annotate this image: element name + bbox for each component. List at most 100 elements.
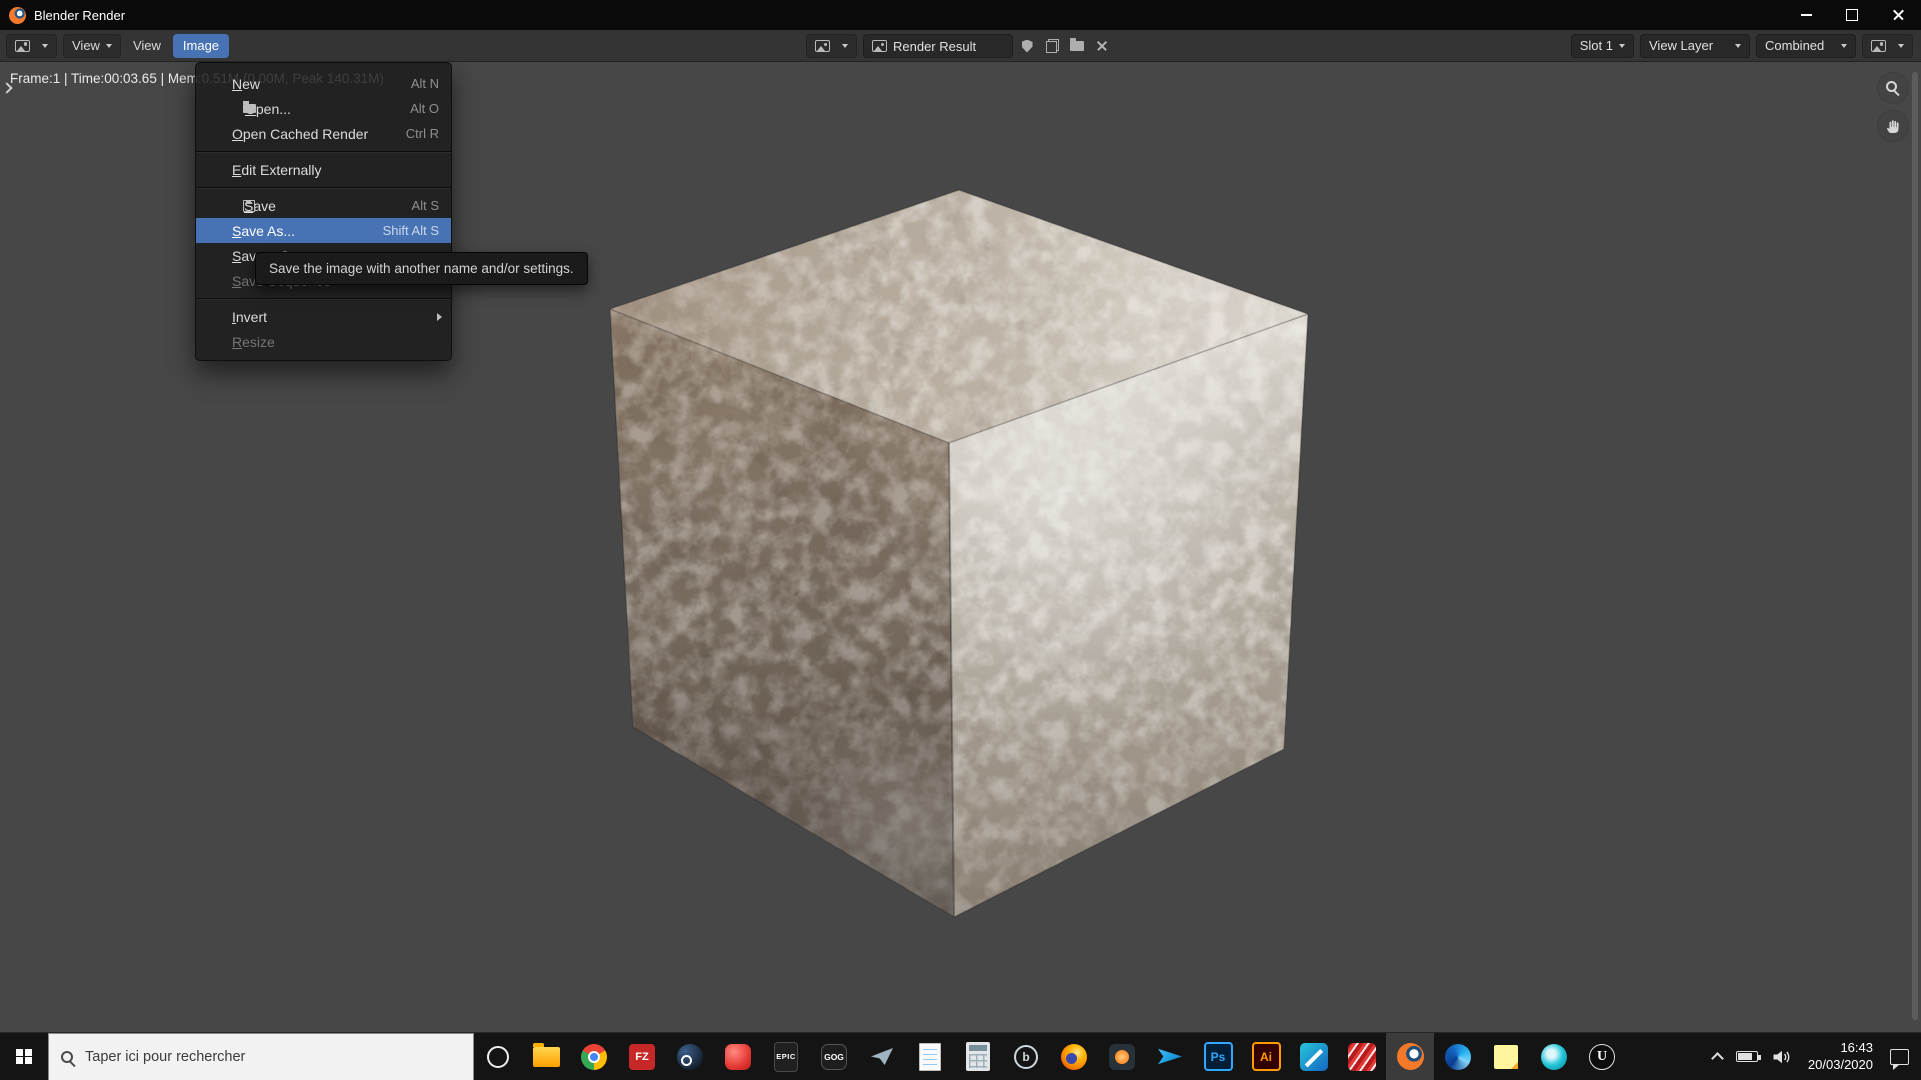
slot-label: Slot 1 bbox=[1580, 38, 1613, 53]
duplicate-button[interactable] bbox=[1041, 35, 1063, 57]
pen-app-icon bbox=[1300, 1043, 1328, 1071]
shield-icon bbox=[1022, 40, 1033, 53]
filezilla-icon: FZ bbox=[629, 1044, 655, 1070]
taskbar-gog[interactable]: GOG bbox=[810, 1033, 858, 1080]
circle-app-icon: b bbox=[1014, 1045, 1038, 1069]
blender-window: Blender Render View View Image Render Re… bbox=[0, 0, 1921, 1080]
taskbar-messaging[interactable] bbox=[858, 1033, 906, 1080]
menu-item-save[interactable]: Save Alt S bbox=[196, 193, 451, 218]
clock-date: 20/03/2020 bbox=[1808, 1057, 1873, 1074]
chevron-down-icon bbox=[1735, 44, 1741, 48]
menu-image[interactable]: Image bbox=[173, 34, 229, 58]
taskbar-notepad[interactable] bbox=[906, 1033, 954, 1080]
taskbar-cortana[interactable] bbox=[474, 1033, 522, 1080]
taskbar-circle-app[interactable]: b bbox=[1002, 1033, 1050, 1080]
pan-gizmo-button[interactable] bbox=[1878, 111, 1908, 141]
taskbar-unreal[interactable]: U bbox=[1578, 1033, 1626, 1080]
taskbar-game-app[interactable] bbox=[714, 1033, 762, 1080]
taskbar-firefox[interactable] bbox=[1050, 1033, 1098, 1080]
render-source-combo[interactable]: Render Result bbox=[863, 34, 1013, 58]
fake-user-button[interactable] bbox=[1016, 35, 1038, 57]
system-tray: 16:43 20/03/2020 bbox=[1706, 1033, 1921, 1080]
chevron-down-icon bbox=[42, 44, 48, 48]
speaker-icon bbox=[1772, 1049, 1791, 1065]
submenu-arrow-icon bbox=[437, 313, 442, 321]
swirl-app-icon bbox=[1541, 1044, 1567, 1070]
image-editor-viewport: Frame:1 | Time:00:03.65 | Mem:0.51M (0.0… bbox=[0, 62, 1921, 1032]
notes-app-icon bbox=[1494, 1045, 1518, 1069]
copy-icon bbox=[1046, 39, 1059, 53]
taskbar-notes-app[interactable] bbox=[1482, 1033, 1530, 1080]
open-image-button[interactable] bbox=[1066, 35, 1088, 57]
window-titlebar: Blender Render bbox=[0, 0, 1921, 30]
taskbar-epic-games[interactable]: EPIC bbox=[762, 1033, 810, 1080]
unlink-button[interactable] bbox=[1091, 35, 1113, 57]
display-channels-dropdown[interactable] bbox=[1862, 34, 1913, 58]
window-title: Blender Render bbox=[34, 8, 125, 23]
chevron-down-icon bbox=[106, 44, 112, 48]
menu-item-invert[interactable]: Invert bbox=[196, 304, 451, 329]
maximize-button[interactable] bbox=[1829, 0, 1875, 30]
menu-item-open-cached-render[interactable]: Open Cached Render Ctrl R bbox=[196, 121, 451, 146]
image-browse-dropdown[interactable] bbox=[806, 34, 857, 58]
taskbar-steam[interactable] bbox=[666, 1033, 714, 1080]
vertical-scrollbar[interactable] bbox=[1912, 72, 1918, 1020]
tray-clock[interactable]: 16:43 20/03/2020 bbox=[1798, 1040, 1883, 1074]
clock-time: 16:43 bbox=[1840, 1040, 1873, 1057]
notepad-icon bbox=[919, 1043, 941, 1071]
taskbar-design-app[interactable] bbox=[1290, 1033, 1338, 1080]
unreal-engine-icon: U bbox=[1589, 1044, 1615, 1070]
menu-item-new[interactable]: New Alt N bbox=[196, 71, 451, 96]
view-mode-dropdown[interactable]: View bbox=[63, 34, 121, 58]
slot-dropdown[interactable]: Slot 1 bbox=[1571, 34, 1634, 58]
chevron-up-icon bbox=[1711, 1052, 1724, 1065]
taskbar-substance-app[interactable] bbox=[1338, 1033, 1386, 1080]
editor-type-dropdown[interactable] bbox=[6, 34, 57, 58]
taskbar-file-explorer[interactable] bbox=[522, 1033, 570, 1080]
notification-icon bbox=[1890, 1049, 1909, 1065]
search-input[interactable] bbox=[85, 1049, 461, 1065]
calculator-icon bbox=[966, 1042, 990, 1071]
view-layer-dropdown[interactable]: View Layer bbox=[1640, 34, 1750, 58]
menu-view[interactable]: View bbox=[123, 34, 171, 58]
taskbar-illustrator[interactable]: Ai bbox=[1242, 1033, 1290, 1080]
tray-show-hidden-icons[interactable] bbox=[1706, 1033, 1729, 1080]
menu-item-save-as[interactable]: Save As... Shift Alt S bbox=[196, 218, 451, 243]
hand-icon bbox=[1885, 118, 1901, 134]
taskbar-filezilla[interactable]: FZ bbox=[618, 1033, 666, 1080]
taskbar-audio-app[interactable] bbox=[1098, 1033, 1146, 1080]
taskbar-blender-active[interactable] bbox=[1386, 1033, 1434, 1080]
taskbar-blue-arrow-app[interactable] bbox=[1146, 1033, 1194, 1080]
photoshop-icon: Ps bbox=[1204, 1042, 1233, 1071]
menu-item-resize[interactable]: Resize bbox=[196, 329, 451, 354]
render-pass-dropdown[interactable]: Combined bbox=[1756, 34, 1856, 58]
taskbar-browser-swirl[interactable] bbox=[1530, 1033, 1578, 1080]
folder-icon bbox=[533, 1047, 560, 1067]
image-editor-icon bbox=[15, 40, 30, 52]
image-icon bbox=[815, 40, 830, 52]
taskbar-search[interactable] bbox=[48, 1033, 474, 1080]
firefox-icon bbox=[1061, 1044, 1087, 1070]
minimize-button[interactable] bbox=[1783, 0, 1829, 30]
menu-separator bbox=[196, 187, 451, 188]
menu-item-open[interactable]: Open... Alt O bbox=[196, 96, 451, 121]
stripes-app-icon bbox=[1348, 1043, 1376, 1071]
close-button[interactable] bbox=[1875, 0, 1921, 30]
chevron-down-icon bbox=[1841, 44, 1847, 48]
gog-icon: GOG bbox=[821, 1044, 847, 1070]
taskbar-photoshop[interactable]: Ps bbox=[1194, 1033, 1242, 1080]
taskbar-edge[interactable] bbox=[1434, 1033, 1482, 1080]
tray-battery[interactable] bbox=[1729, 1033, 1765, 1080]
tray-notification-center[interactable] bbox=[1883, 1033, 1921, 1080]
menu-separator bbox=[196, 151, 451, 152]
view-layer-label: View Layer bbox=[1649, 38, 1713, 53]
render-pass-label: Combined bbox=[1765, 38, 1824, 53]
menu-item-edit-externally[interactable]: Edit Externally bbox=[196, 157, 451, 182]
zoom-gizmo-button[interactable] bbox=[1878, 73, 1908, 103]
tray-volume[interactable] bbox=[1765, 1033, 1798, 1080]
menu-separator bbox=[196, 298, 451, 299]
start-button[interactable] bbox=[0, 1033, 48, 1080]
search-icon bbox=[61, 1051, 73, 1063]
taskbar-calculator[interactable] bbox=[954, 1033, 1002, 1080]
taskbar-chrome[interactable] bbox=[570, 1033, 618, 1080]
